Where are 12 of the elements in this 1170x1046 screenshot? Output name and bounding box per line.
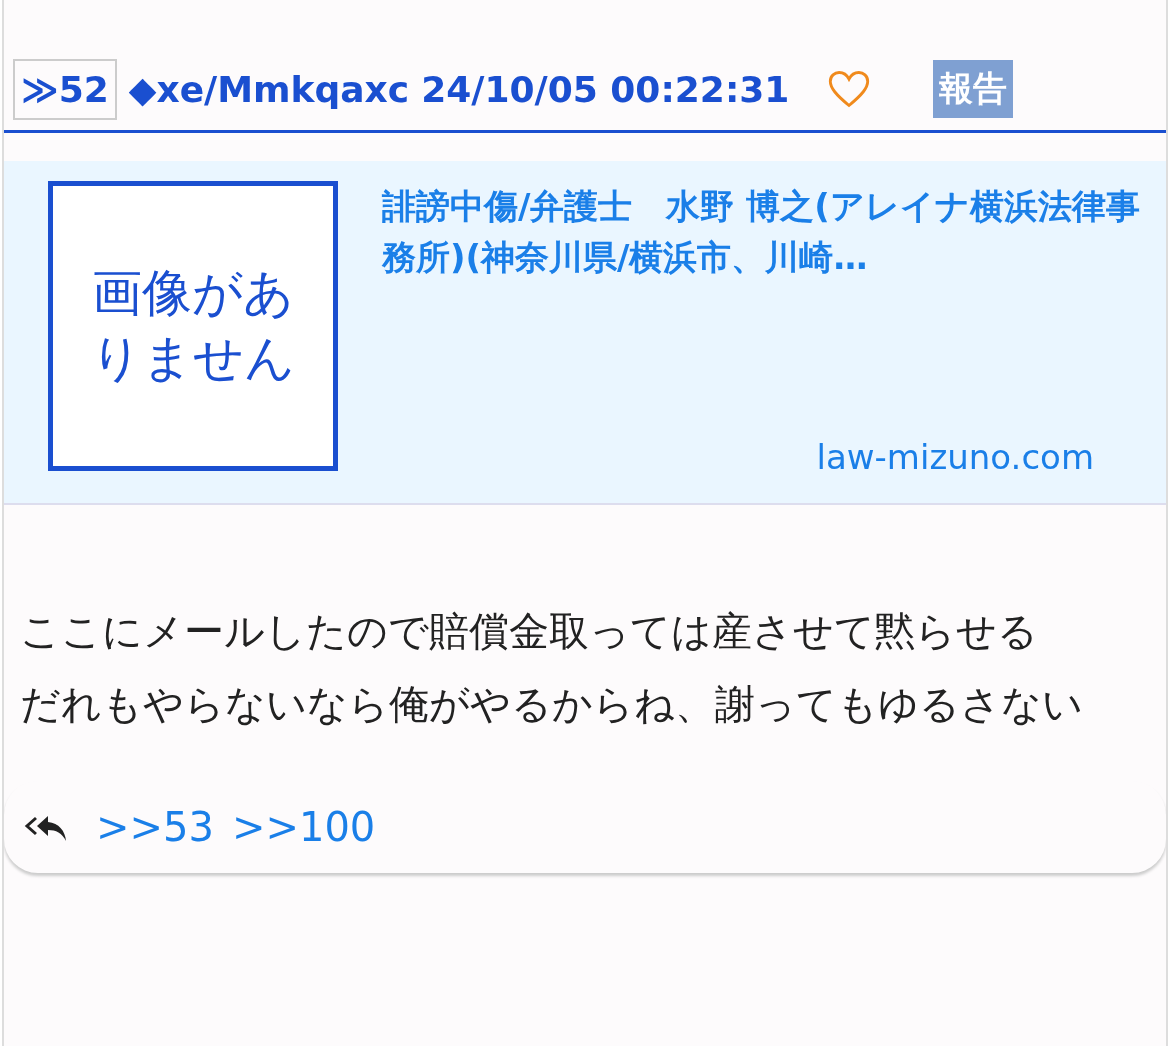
link-card[interactable]: 画像がありません 誹謗中傷/弁護士 水野 博之(アレイナ横浜法律事務所)(神奈川県/横浜市、川崎… law-mizuno.com [4, 161, 1166, 505]
reply-link[interactable]: >>100 [231, 804, 376, 850]
post-number-link[interactable]: ≫52 [13, 58, 117, 120]
link-url: law-mizuno.com [816, 437, 1094, 477]
post-text: だれもやらないなら俺がやるからね、謝ってもゆるさない [20, 680, 1084, 729]
author-id: ◆xe/Mmkqaxc [128, 68, 410, 110]
post-text: ここにメールしたので賠償金取っては産させて黙らせる [20, 607, 1039, 656]
link-title: 誹謗中傷/弁護士 水野 博之(アレイナ横浜法律事務所)(神奈川県/横浜市、川崎… [382, 185, 1141, 279]
report-button[interactable]: 報告 [933, 60, 1014, 118]
no-image-placeholder: 画像がありません [48, 181, 338, 471]
reply-link[interactable]: >>53 [96, 804, 214, 850]
post-date: 24/10/05 00:22:31 [421, 68, 790, 110]
